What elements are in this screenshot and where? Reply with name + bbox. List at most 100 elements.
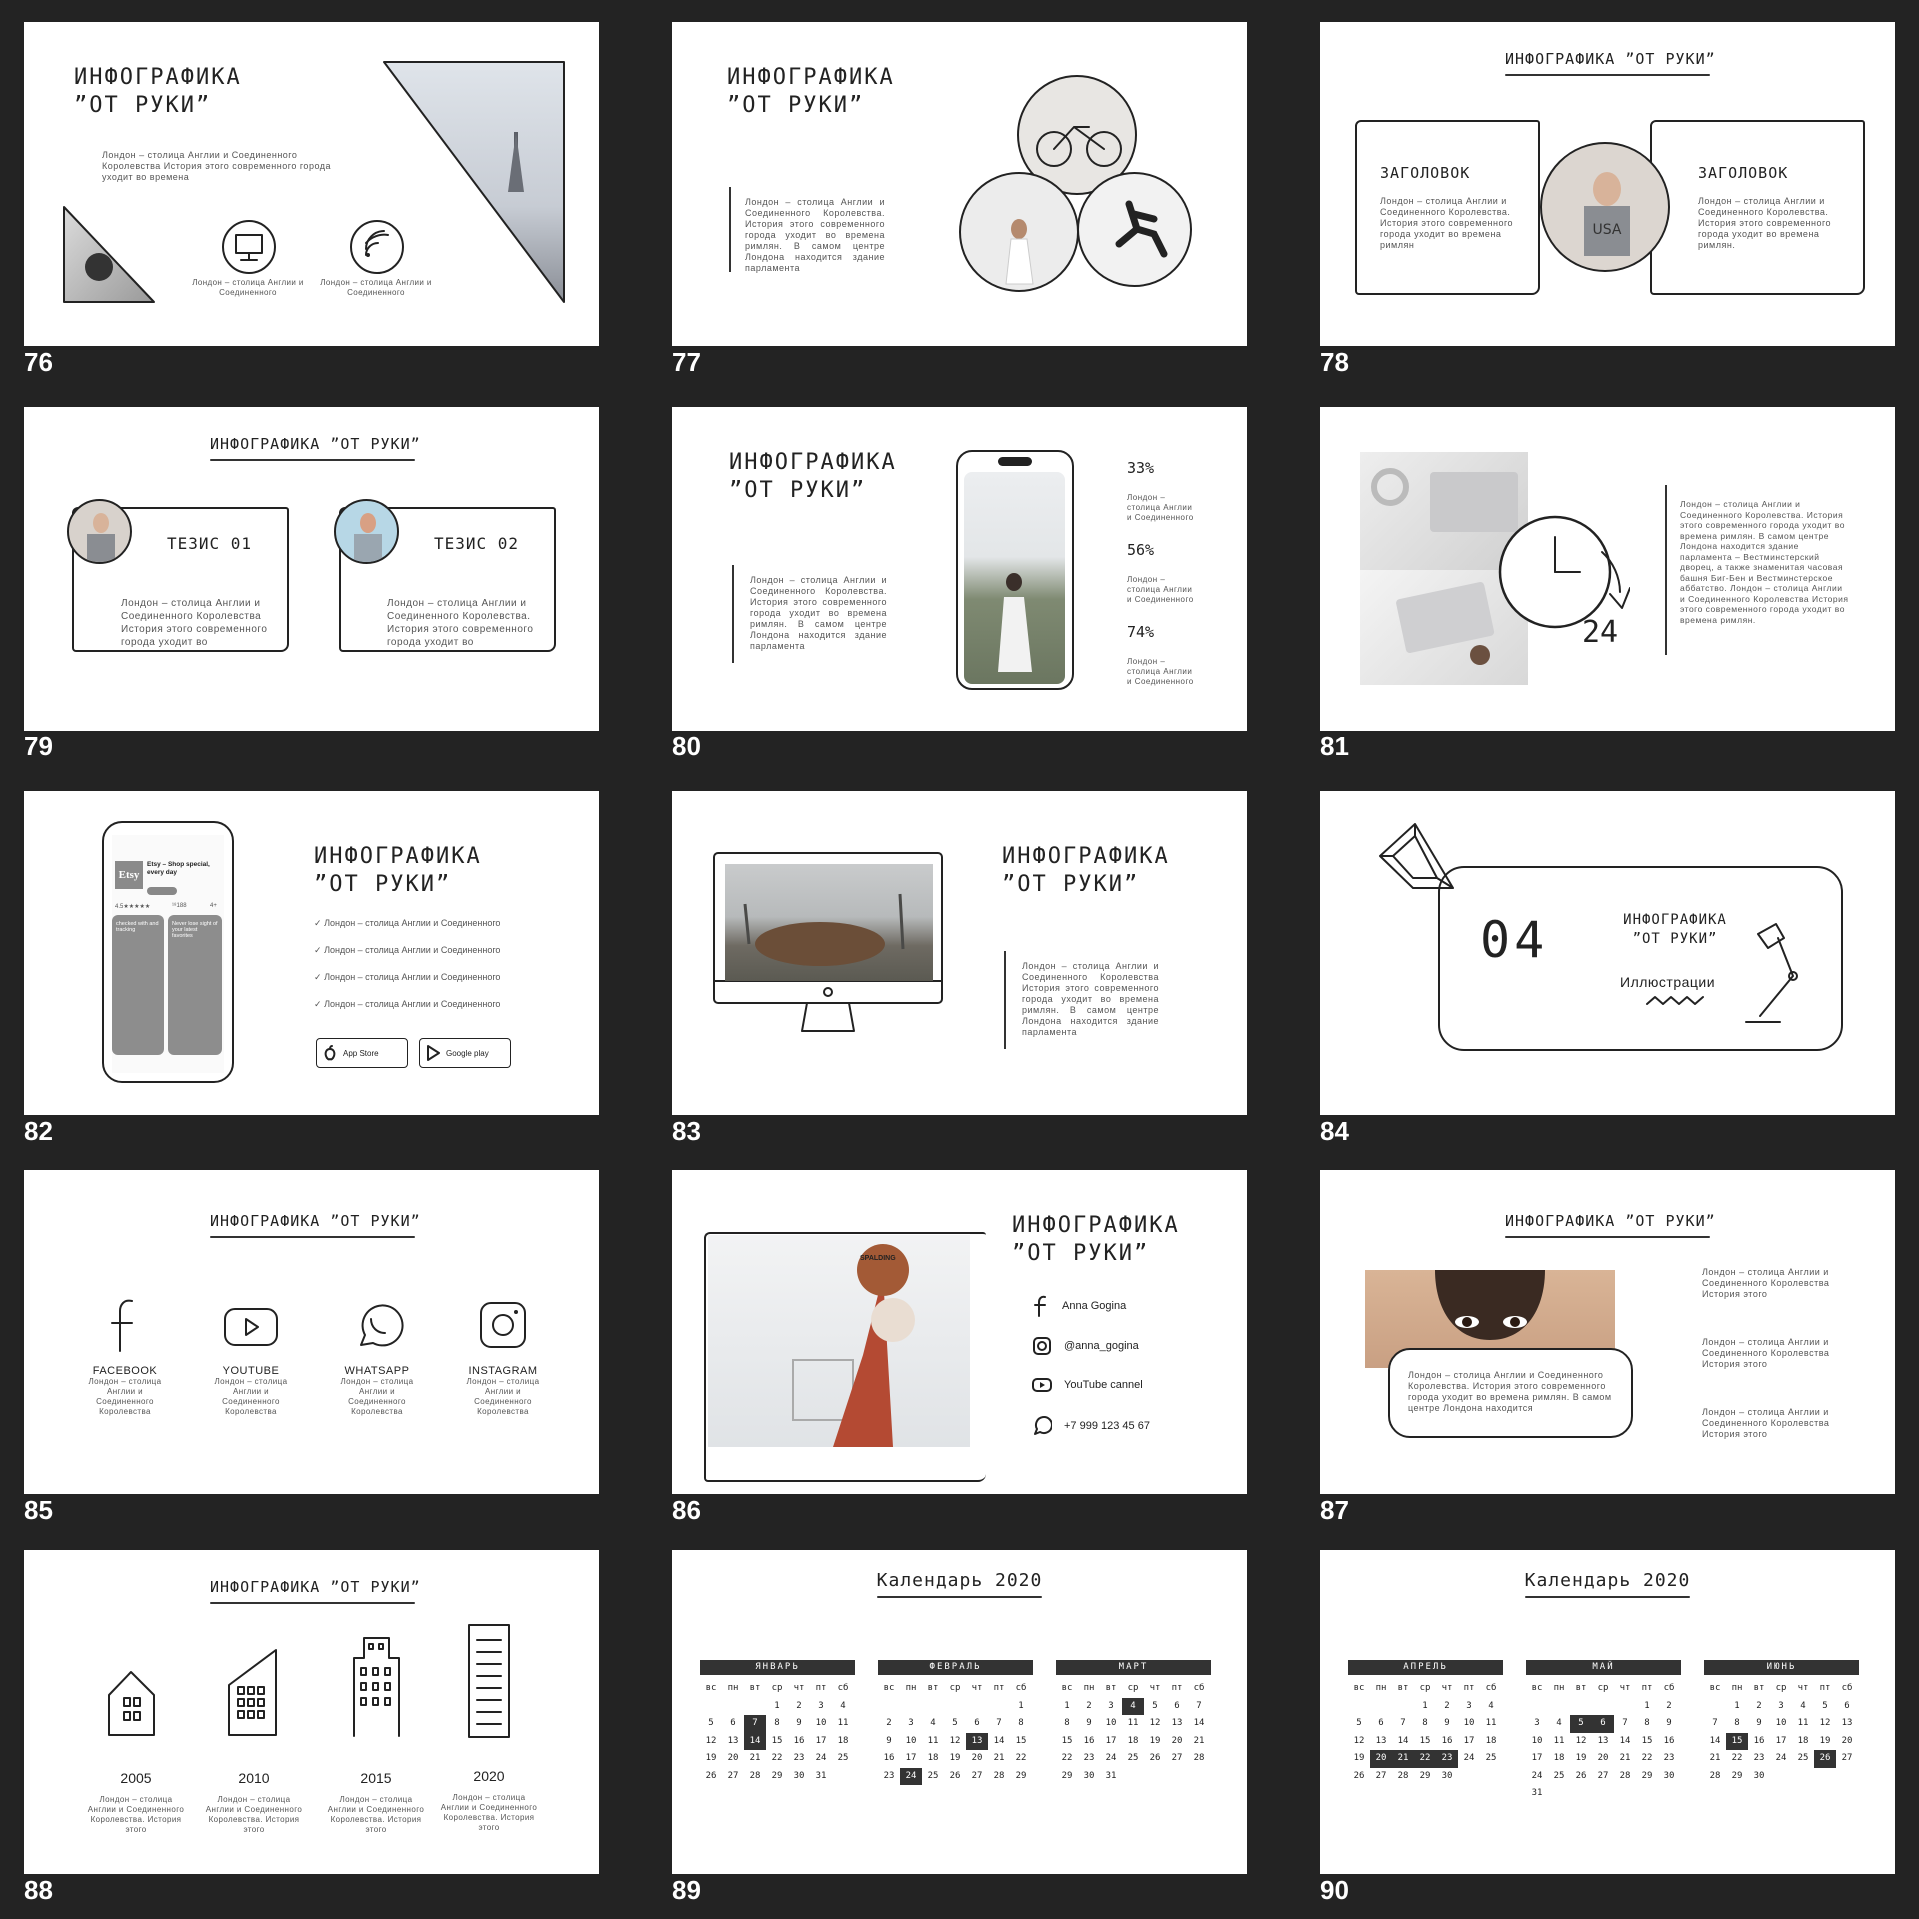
calendar-day[interactable]: 6: [1592, 1715, 1614, 1733]
calendar-day[interactable]: 12: [1348, 1733, 1370, 1751]
calendar-day[interactable]: 7: [744, 1715, 766, 1733]
slide-81[interactable]: 24 Лондон – столица Англии и Соединенног…: [1320, 407, 1895, 731]
calendar-day[interactable]: 29: [766, 1768, 788, 1786]
calendar-day[interactable]: 2: [1436, 1698, 1458, 1716]
slide-79[interactable]: ИНФОГРАФИКА ”ОТ РУКИ” ТЕЗИС 01 ТЕЗИС 02 …: [24, 407, 599, 731]
slide-86[interactable]: SPALDING ИНФОГРАФИКА ”ОТ РУКИ” Anna Gogi…: [672, 1170, 1247, 1494]
calendar-day[interactable]: 23: [1436, 1750, 1458, 1768]
calendar-day[interactable]: 1: [1414, 1698, 1436, 1716]
calendar-day[interactable]: 24: [810, 1750, 832, 1768]
calendar-day[interactable]: 24: [900, 1767, 922, 1785]
calendar-day[interactable]: 19: [700, 1750, 722, 1768]
calendar-day[interactable]: 27: [1166, 1750, 1188, 1768]
calendar-day[interactable]: 16: [1658, 1733, 1680, 1751]
calendar-day[interactable]: 13: [722, 1733, 744, 1751]
calendar-day[interactable]: 10: [900, 1733, 922, 1751]
calendar-day[interactable]: 28: [744, 1768, 766, 1786]
contact-facebook[interactable]: Anna Gogina: [1032, 1295, 1126, 1317]
calendar-day[interactable]: 5: [1570, 1715, 1592, 1733]
calendar-day[interactable]: 22: [1056, 1750, 1078, 1768]
calendar-day[interactable]: 14: [1188, 1715, 1210, 1733]
calendar-day[interactable]: 12: [700, 1733, 722, 1751]
calendar-day[interactable]: 1: [1636, 1698, 1658, 1716]
calendar-day[interactable]: 27: [722, 1768, 744, 1786]
calendar-day[interactable]: 25: [1480, 1750, 1502, 1768]
calendar-day[interactable]: 9: [878, 1733, 900, 1751]
calendar-day[interactable]: 1: [1726, 1698, 1748, 1716]
calendar-day[interactable]: 7: [1188, 1698, 1210, 1716]
calendar-day[interactable]: 22: [1414, 1750, 1436, 1768]
calendar-day[interactable]: 4: [1480, 1698, 1502, 1716]
calendar-day[interactable]: 9: [1078, 1715, 1100, 1733]
calendar-day[interactable]: 24: [1458, 1750, 1480, 1768]
calendar-day[interactable]: 5: [1348, 1715, 1370, 1733]
calendar-day[interactable]: 15: [1056, 1733, 1078, 1751]
contact-youtube[interactable]: YouTube cannel: [1032, 1376, 1143, 1394]
calendar-day[interactable]: 11: [1480, 1715, 1502, 1733]
calendar-day[interactable]: 3: [900, 1715, 922, 1733]
calendar-day[interactable]: 29: [1414, 1768, 1436, 1786]
calendar-day[interactable]: 30: [1436, 1768, 1458, 1786]
calendar-day[interactable]: 1: [1010, 1698, 1032, 1716]
calendar-day[interactable]: 7: [1704, 1715, 1726, 1733]
calendar-day[interactable]: 7: [1392, 1715, 1414, 1733]
calendar-day[interactable]: 2: [788, 1698, 810, 1716]
calendar-day[interactable]: 2: [1658, 1698, 1680, 1716]
calendar-day[interactable]: 16: [1078, 1733, 1100, 1751]
calendar-day[interactable]: 19: [1348, 1750, 1370, 1768]
calendar-day[interactable]: 8: [1056, 1715, 1078, 1733]
calendar-day[interactable]: 7: [1614, 1715, 1636, 1733]
calendar-day[interactable]: 6: [1370, 1715, 1392, 1733]
calendar-day[interactable]: 28: [1188, 1750, 1210, 1768]
calendar-day[interactable]: 27: [1836, 1750, 1858, 1768]
calendar-day[interactable]: 30: [1748, 1768, 1770, 1786]
slide-85[interactable]: ИНФОГРАФИКА ”ОТ РУКИ” FACEBOOK Лондон – …: [24, 1170, 599, 1494]
calendar-day[interactable]: 24: [1526, 1768, 1548, 1786]
calendar-day[interactable]: 10: [1458, 1715, 1480, 1733]
calendar-day[interactable]: 13: [1370, 1733, 1392, 1751]
contact-instagram[interactable]: @anna_gogina: [1032, 1336, 1139, 1356]
calendar-day[interactable]: 25: [1548, 1768, 1570, 1786]
calendar-day[interactable]: 20: [1370, 1750, 1392, 1768]
calendar-day[interactable]: 8: [1010, 1715, 1032, 1733]
calendar-day[interactable]: 6: [1166, 1698, 1188, 1716]
calendar-day[interactable]: 27: [966, 1768, 988, 1786]
calendar-day[interactable]: 24: [1770, 1750, 1792, 1768]
calendar-day[interactable]: 11: [922, 1733, 944, 1751]
calendar-day[interactable]: 25: [1122, 1750, 1144, 1768]
calendar-day[interactable]: 2: [1748, 1698, 1770, 1716]
calendar-day[interactable]: 12: [1814, 1715, 1836, 1733]
calendar-day[interactable]: 21: [988, 1750, 1010, 1768]
calendar-day[interactable]: 26: [1348, 1768, 1370, 1786]
calendar-day[interactable]: 10: [1526, 1733, 1548, 1751]
calendar-day[interactable]: 18: [1480, 1733, 1502, 1751]
calendar-day[interactable]: 2: [878, 1715, 900, 1733]
calendar-day[interactable]: 23: [1658, 1750, 1680, 1768]
calendar-day[interactable]: 25: [832, 1750, 854, 1768]
calendar-day[interactable]: 20: [1836, 1733, 1858, 1751]
slide-88[interactable]: ИНФОГРАФИКА ”ОТ РУКИ” 2005 Лондон – стол…: [24, 1550, 599, 1874]
calendar-day[interactable]: 4: [1548, 1715, 1570, 1733]
calendar-day[interactable]: 28: [988, 1768, 1010, 1786]
calendar-day[interactable]: 19: [1814, 1733, 1836, 1751]
calendar-day[interactable]: 1: [1056, 1698, 1078, 1716]
calendar-day[interactable]: 19: [1570, 1750, 1592, 1768]
slide-90[interactable]: Календарь 2020 АПРЕЛЬ вс пн вт ср чт пт сб 1 2 3 4…: [1320, 1550, 1895, 1874]
calendar-day[interactable]: 15: [766, 1733, 788, 1751]
calendar-day[interactable]: 5: [944, 1715, 966, 1733]
calendar-day[interactable]: 11: [832, 1715, 854, 1733]
calendar-day[interactable]: 17: [1458, 1733, 1480, 1751]
calendar-day[interactable]: 13: [1592, 1733, 1614, 1751]
calendar-day[interactable]: 21: [1614, 1750, 1636, 1768]
calendar-day[interactable]: 7: [988, 1715, 1010, 1733]
calendar-day[interactable]: 18: [1122, 1733, 1144, 1751]
calendar-day[interactable]: 3: [1458, 1698, 1480, 1716]
calendar-day[interactable]: 19: [1144, 1733, 1166, 1751]
calendar-day[interactable]: 6: [1836, 1698, 1858, 1716]
calendar-day[interactable]: 18: [922, 1750, 944, 1768]
calendar-day[interactable]: 22: [1010, 1750, 1032, 1768]
calendar-day[interactable]: 11: [1122, 1715, 1144, 1733]
slide-80[interactable]: ИНФОГРАФИКА ”ОТ РУКИ” Лондон – столица А…: [672, 407, 1247, 731]
calendar-day[interactable]: 13: [966, 1732, 988, 1750]
calendar-day[interactable]: 13: [1836, 1715, 1858, 1733]
